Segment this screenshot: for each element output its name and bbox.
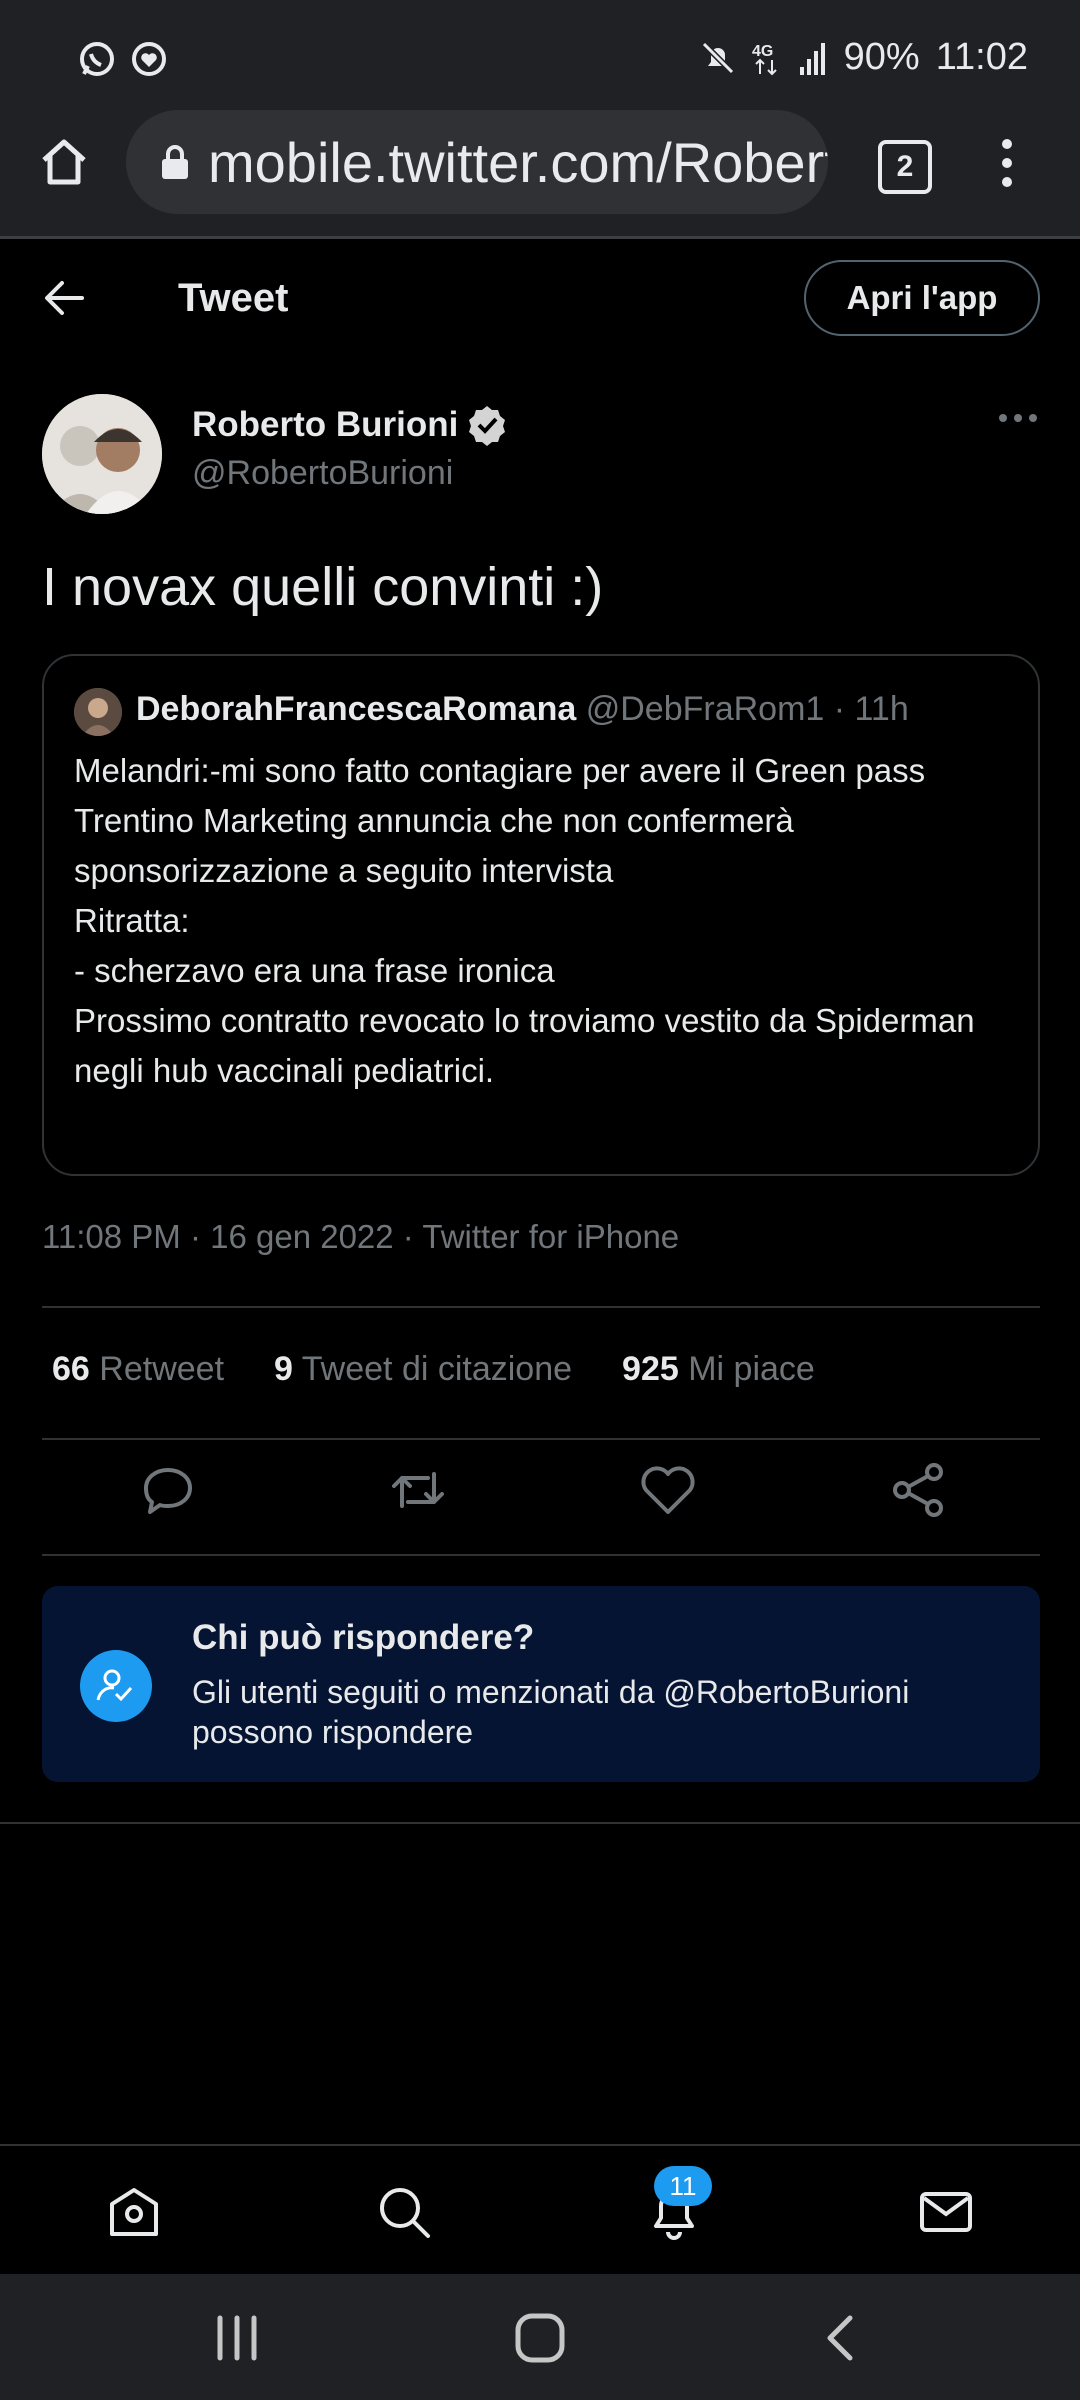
retweet-icon[interactable]: [388, 1460, 448, 1520]
home-icon[interactable]: [36, 134, 92, 190]
user-check-icon: [96, 1669, 133, 1702]
open-app-button[interactable]: Apri l'app: [804, 260, 1040, 336]
divider: [42, 1554, 1040, 1556]
signal-icon: [799, 42, 825, 75]
mute-icon: [701, 41, 734, 74]
tab-count: 2: [896, 150, 914, 183]
like-label: Mi piace: [688, 1350, 815, 1388]
page-title: Tweet: [178, 276, 289, 320]
whatsapp-icon: [80, 42, 114, 76]
browser-menu-icon[interactable]: [996, 138, 1018, 188]
section-divider: [0, 1822, 1080, 1824]
share-icon[interactable]: [888, 1460, 948, 1520]
like-number: 925: [622, 1350, 679, 1388]
tab-switcher-button[interactable]: 2: [878, 140, 932, 194]
author-avatar[interactable]: [42, 394, 162, 514]
status-icons-left: [78, 40, 168, 78]
avatar-photo: [42, 394, 162, 514]
url-bar[interactable]: mobile.twitter.com/RobertoBurioni: [126, 110, 828, 214]
home-nav-icon[interactable]: [104, 2182, 164, 2242]
quoted-author-name: DeborahFrancescaRomana: [136, 690, 577, 728]
notification-badge: 11: [654, 2166, 712, 2206]
verified-badge-icon: [469, 406, 506, 446]
system-navigation-bar: [0, 2274, 1080, 2400]
reply-box-title: Chi può rispondere?: [192, 1618, 535, 1657]
browser-toolbar: mobile.twitter.com/RobertoBurioni 2: [0, 110, 1080, 239]
page-header: Tweet Apri l'app: [0, 236, 1080, 362]
battery-level: 90%: [843, 36, 920, 78]
4g-icon: 4G: [752, 43, 777, 75]
author-handle[interactable]: @RobertoBurioni: [192, 454, 453, 493]
quoted-tweet[interactable]: DeborahFrancescaRomana @DebFraRom1 · 11h…: [42, 654, 1040, 1176]
lock-icon: [162, 145, 188, 179]
tweet-text: I novax quelli convinti :): [42, 557, 604, 617]
divider: [42, 1306, 1040, 1308]
bottom-navigation: 11: [0, 2144, 1080, 2276]
tweet-timestamp[interactable]: 11:08 PM · 16 gen 2022 · Twitter for iPh…: [42, 1218, 679, 1256]
messages-icon[interactable]: [916, 2182, 976, 2242]
svg-text:4G: 4G: [752, 43, 773, 60]
like-count[interactable]: 925 Mi piace: [622, 1350, 815, 1389]
quote-count[interactable]: 9 Tweet di citazione: [274, 1350, 572, 1389]
divider: [42, 1438, 1040, 1440]
back-arrow-icon[interactable]: [42, 278, 86, 318]
url-text: mobile.twitter.com/RobertoBurioni: [208, 130, 828, 194]
reply-box-description: Gli utenti seguiti o menzionati da @Robe…: [192, 1674, 910, 1750]
status-icons-right: 4G 90% 11:02: [700, 36, 1028, 79]
back-button-icon[interactable]: [822, 2314, 858, 2362]
author-name-text: Roberto Burioni: [192, 405, 459, 444]
quoted-avatar-photo: [74, 688, 122, 736]
author-name[interactable]: Roberto Burioni: [192, 404, 508, 446]
quoted-author-avatar: [74, 688, 122, 736]
tweet-stats: 66 Retweet 9 Tweet di citazione 925 Mi p…: [52, 1350, 815, 1389]
retweet-number: 66: [52, 1350, 90, 1388]
quote-label: Tweet di citazione: [301, 1350, 573, 1388]
more-options-icon[interactable]: [998, 412, 1038, 424]
clock: 11:02: [935, 36, 1028, 78]
reply-icon[interactable]: [138, 1460, 198, 1520]
app-notification-icon: [132, 42, 166, 76]
tweet-actions: [42, 1460, 1040, 1530]
retweet-label: Retweet: [99, 1350, 225, 1388]
retweet-count[interactable]: 66 Retweet: [52, 1350, 224, 1389]
home-button-icon[interactable]: [514, 2312, 566, 2364]
quote-number: 9: [274, 1350, 293, 1388]
like-heart-icon[interactable]: [638, 1460, 698, 1520]
search-icon[interactable]: [374, 2182, 434, 2242]
quoted-tweet-text: Melandri:-mi sono fatto contagiare per a…: [74, 752, 975, 1089]
who-can-reply-box: Chi può rispondere? Gli utenti seguiti o…: [42, 1586, 1040, 1782]
mentioned-users-icon: [80, 1650, 152, 1722]
recent-apps-icon[interactable]: [212, 2314, 262, 2362]
status-bar: 4G 90% 11:02: [0, 0, 1080, 110]
quoted-tweet-header: DeborahFrancescaRomana @DebFraRom1 · 11h: [136, 690, 909, 729]
quoted-author-meta: @DebFraRom1 · 11h: [576, 690, 909, 728]
